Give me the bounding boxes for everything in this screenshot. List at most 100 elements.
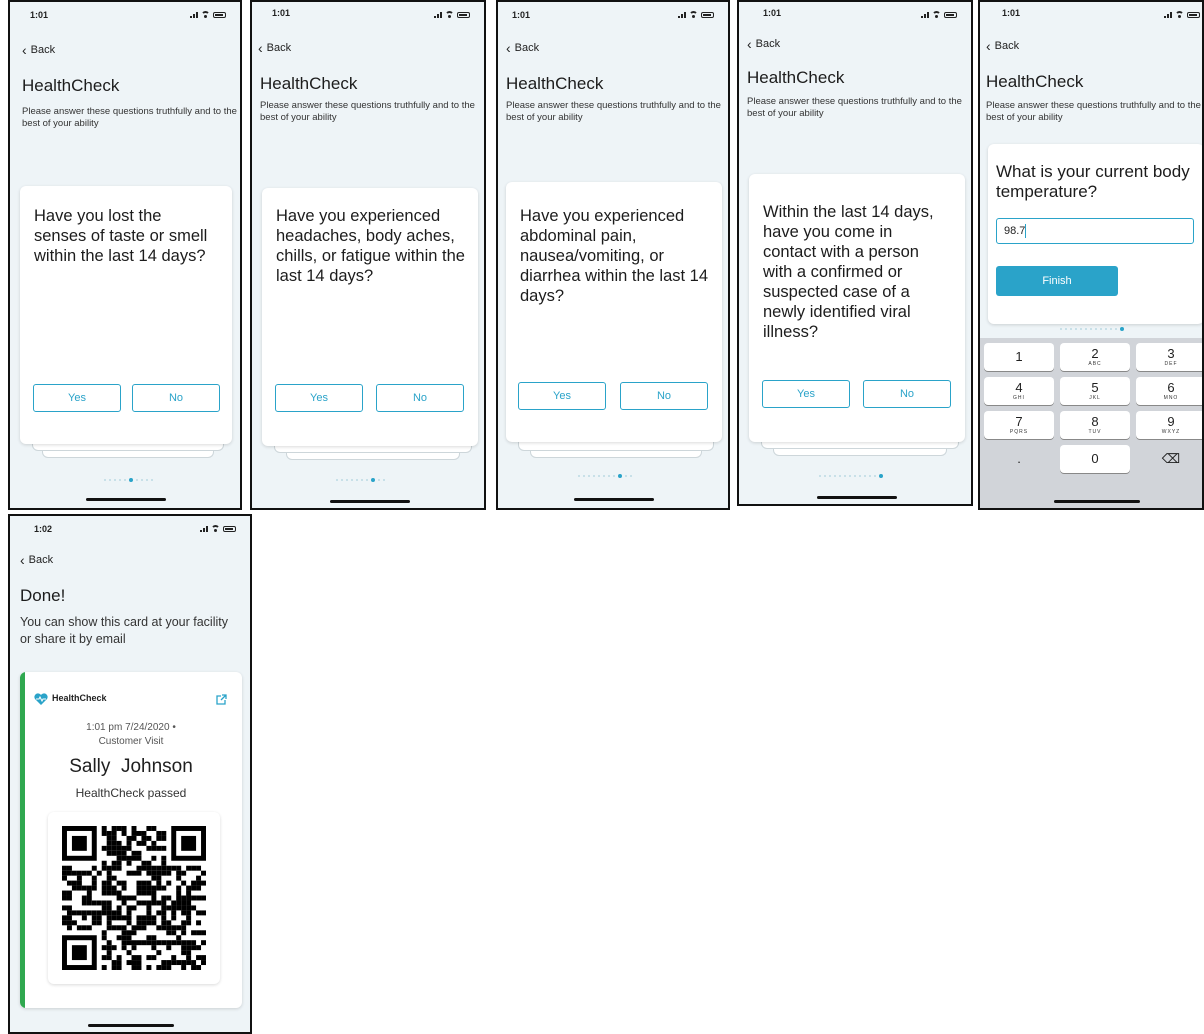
yes-button[interactable]: Yes xyxy=(33,384,121,412)
page-title: HealthCheck xyxy=(260,74,358,93)
finish-button[interactable]: Finish xyxy=(996,266,1118,296)
back-button[interactable]: ‹ Back xyxy=(747,37,781,51)
phone-screen-headaches: 1:01 ‹ Back HealthCheck Please answer the… xyxy=(250,0,486,510)
brand-name: HealthCheck xyxy=(52,693,107,703)
back-label: Back xyxy=(755,38,781,50)
page-indicator xyxy=(1060,327,1124,331)
keypad-digit: 7 xyxy=(1015,414,1023,429)
keypad-key[interactable]: 1 xyxy=(984,343,1054,371)
back-button[interactable]: ‹ Back xyxy=(22,41,56,58)
no-button[interactable]: No xyxy=(620,382,708,410)
share-icon[interactable] xyxy=(216,692,227,705)
page-title: HealthCheck xyxy=(22,76,120,95)
keypad-key[interactable]: . xyxy=(984,445,1054,473)
battery-icon xyxy=(457,12,470,18)
phone-screen-contact: 1:01 ‹ Back HealthCheck Please answer the… xyxy=(737,0,973,506)
yes-button[interactable]: Yes xyxy=(275,384,363,412)
status-time: 1:01 xyxy=(30,10,49,20)
status-bar: 1:01 xyxy=(980,2,1202,28)
pass-status: HealthCheck passed xyxy=(75,786,187,800)
page-title: HealthCheck xyxy=(747,68,845,87)
back-label: Back xyxy=(994,40,1020,52)
temperature-input[interactable]: 98.7 xyxy=(996,218,1194,244)
signal-icon xyxy=(434,11,442,18)
keypad-key[interactable]: 9 WXYZ xyxy=(1136,411,1202,439)
keypad-digit: . xyxy=(1017,451,1021,466)
question-text: Have you lost the senses of taste or sme… xyxy=(34,207,208,265)
no-button[interactable]: No xyxy=(376,384,464,412)
heart-logo-icon xyxy=(34,692,48,705)
back-button[interactable]: ‹ Back xyxy=(20,553,54,567)
phone-screen-taste-smell: 1:01 ‹ Back HealthCheck Please answer the… xyxy=(8,0,242,510)
question-card: Have you experienced headaches, body ach… xyxy=(262,188,478,446)
visit-type: Customer Visit xyxy=(98,736,164,747)
keypad-letters: DEF xyxy=(1164,361,1178,367)
no-button[interactable]: No xyxy=(132,384,220,412)
wifi-icon xyxy=(1175,11,1184,18)
keypad-key[interactable]: 6 MNO xyxy=(1136,377,1202,405)
page-indicator xyxy=(578,474,632,478)
page-indicator xyxy=(336,478,385,482)
question-card: Within the last 14 days, have you come i… xyxy=(749,174,965,442)
question-card: Have you experienced abdominal pain, nau… xyxy=(506,182,722,442)
signal-icon xyxy=(200,525,208,532)
keypad-letters: WXYZ xyxy=(1161,429,1181,435)
page-indicator xyxy=(104,478,153,482)
back-label: Back xyxy=(266,42,292,54)
keypad-digit: 6 xyxy=(1167,380,1175,395)
done-subtitle: You can show this card at your facility … xyxy=(20,615,228,646)
instructions-text: Please answer these questions truthfully… xyxy=(747,96,962,119)
keypad-letters: ABC xyxy=(1088,361,1102,367)
back-button[interactable]: ‹ Back xyxy=(258,39,292,56)
status-time: 1:01 xyxy=(1002,8,1021,18)
status-bar: 1:01 xyxy=(252,2,484,28)
signal-icon xyxy=(190,11,198,18)
keypad-digit: 1 xyxy=(1015,349,1023,364)
battery-icon xyxy=(213,12,226,18)
yes-button[interactable]: Yes xyxy=(518,382,606,410)
signal-icon xyxy=(678,11,686,18)
back-button[interactable]: ‹ Back xyxy=(506,41,540,55)
signal-icon xyxy=(1164,11,1172,18)
back-label: Back xyxy=(30,44,56,56)
question-text: Within the last 14 days, have you come i… xyxy=(763,203,934,341)
instructions-text: Please answer these questions truthfully… xyxy=(260,100,475,123)
status-time: 1:02 xyxy=(34,524,53,534)
keypad-key[interactable]: 4 GHI xyxy=(984,377,1054,405)
wifi-icon xyxy=(932,11,941,18)
instructions-text: Please answer these questions truthfully… xyxy=(506,100,721,123)
yes-button[interactable]: Yes xyxy=(762,380,850,408)
keypad-letters: PQRS xyxy=(1009,429,1029,435)
battery-icon xyxy=(701,12,714,18)
status-time: 1:01 xyxy=(763,8,782,18)
status-time: 1:01 xyxy=(272,8,291,18)
keypad-digit: 2 xyxy=(1091,346,1099,361)
wifi-icon xyxy=(211,525,220,532)
keypad-key[interactable]: 2 ABC xyxy=(1060,343,1130,371)
back-label: Back xyxy=(514,42,540,54)
keypad-digit: 4 xyxy=(1015,380,1023,395)
keypad-key[interactable]: 7 PQRS xyxy=(984,411,1054,439)
health-pass-card: HealthCheck 1:01 pm 7/24/2020 • Customer… xyxy=(20,672,242,1008)
wifi-icon xyxy=(201,11,210,18)
no-button[interactable]: No xyxy=(863,380,951,408)
temperature-value: 98.7 xyxy=(1004,225,1026,237)
home-indicator xyxy=(330,500,410,503)
page-title: HealthCheck xyxy=(986,72,1084,91)
keypad-key[interactable]: ⌫ xyxy=(1136,445,1202,473)
back-label: Back xyxy=(28,554,54,566)
keypad-key[interactable]: 5 JKL xyxy=(1060,377,1130,405)
keypad-digit: ⌫ xyxy=(1161,451,1181,466)
chevron-left-icon: ‹ xyxy=(258,39,263,56)
keypad-key[interactable]: 3 DEF xyxy=(1136,343,1202,371)
keypad-key[interactable]: 8 TUV xyxy=(1060,411,1130,439)
page-indicator xyxy=(819,474,883,478)
keypad-letters: JKL xyxy=(1089,395,1101,401)
home-indicator xyxy=(817,496,897,499)
keypad-key[interactable]: 0 xyxy=(1060,445,1130,473)
status-bar: 1:01 xyxy=(498,2,728,28)
qr-code xyxy=(62,826,206,970)
back-button[interactable]: ‹ Back xyxy=(986,39,1020,53)
qr-code-box xyxy=(48,812,220,984)
chevron-left-icon: ‹ xyxy=(22,41,27,58)
